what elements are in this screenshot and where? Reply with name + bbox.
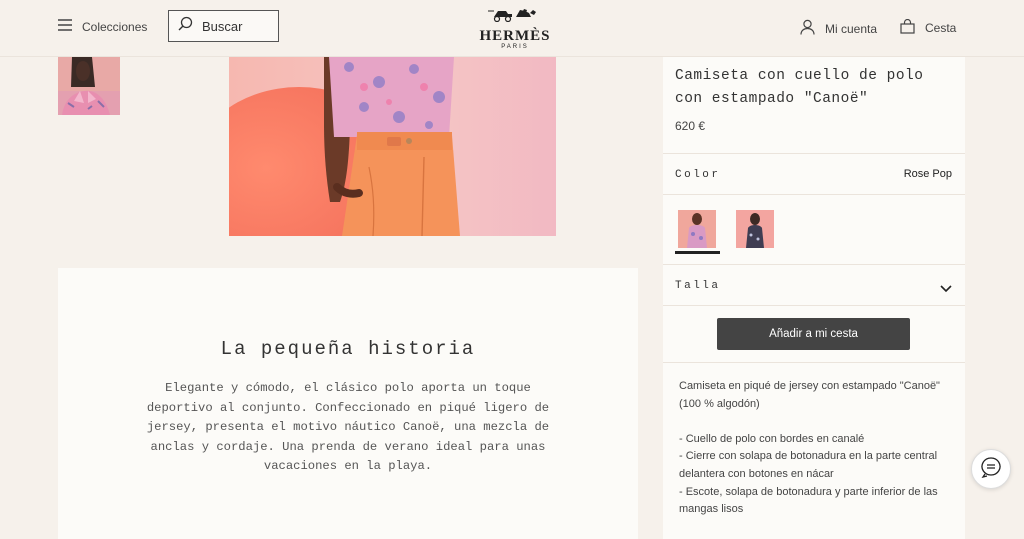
color-label: Color — [675, 169, 721, 181]
product-main-image[interactable] — [229, 57, 556, 236]
product-price: 620 € — [675, 119, 706, 133]
divider — [663, 362, 965, 363]
logo-brand: HERMÈS — [479, 28, 551, 44]
description-line: - Escote, solapa de botonadura y parte i… — [679, 485, 938, 516]
chat-button[interactable] — [971, 449, 1011, 489]
search-field[interactable] — [168, 10, 279, 42]
logo-city: PARIS — [501, 44, 529, 50]
description-line: Camiseta en piqué de jersey con estampad… — [679, 380, 940, 410]
hamburger-icon — [58, 18, 72, 36]
cart-label: Cesta — [925, 21, 957, 35]
story-title: La pequeña historia — [220, 338, 476, 360]
bag-icon — [900, 18, 915, 37]
product-description: Camiseta en piqué de jersey con estampad… — [679, 378, 954, 519]
description-line: - Cuello de polo con bordes en canalé — [679, 432, 865, 445]
carriage-icon — [488, 9, 536, 23]
collections-label: Colecciones — [82, 20, 148, 34]
product-thumbnail[interactable] — [58, 57, 120, 115]
chevron-down-icon[interactable] — [940, 280, 952, 298]
divider — [663, 194, 965, 195]
divider — [663, 264, 965, 265]
user-icon — [800, 19, 815, 38]
color-swatch-selected[interactable] — [678, 210, 716, 248]
divider — [663, 305, 965, 306]
cart-link[interactable]: Cesta — [900, 18, 957, 37]
hermes-logo[interactable]: HERMÈS PARIS — [470, 6, 560, 50]
chat-icon — [980, 456, 1002, 483]
add-to-cart-button[interactable]: Añadir a mi cesta — [717, 318, 910, 350]
product-title: Camiseta con cuello de polo con estampad… — [675, 68, 924, 107]
description-line — [679, 413, 954, 431]
color-swatch-alt[interactable] — [736, 210, 774, 248]
site-header: Colecciones HERMÈS PARIS Mi cuenta Cesta — [0, 0, 1024, 57]
description-line: - Cierre con solapa de botonadura en la … — [679, 450, 938, 480]
collections-menu-button[interactable]: Colecciones — [58, 18, 147, 36]
account-link[interactable]: Mi cuenta — [800, 19, 877, 38]
account-label: Mi cuenta — [825, 21, 878, 36]
color-value: Rose Pop — [903, 168, 952, 180]
product-panel: Camiseta con cuello de polo con estampad… — [663, 57, 965, 539]
story-body: Elegante y cómodo, el clásico polo aport… — [146, 381, 550, 473]
size-label[interactable]: Talla — [675, 280, 721, 292]
story-section: La pequeña historia Elegante y cómodo, e… — [58, 268, 638, 539]
search-input[interactable] — [200, 17, 274, 35]
divider — [663, 153, 965, 154]
selected-swatch-indicator — [675, 251, 720, 254]
search-icon — [178, 16, 193, 36]
